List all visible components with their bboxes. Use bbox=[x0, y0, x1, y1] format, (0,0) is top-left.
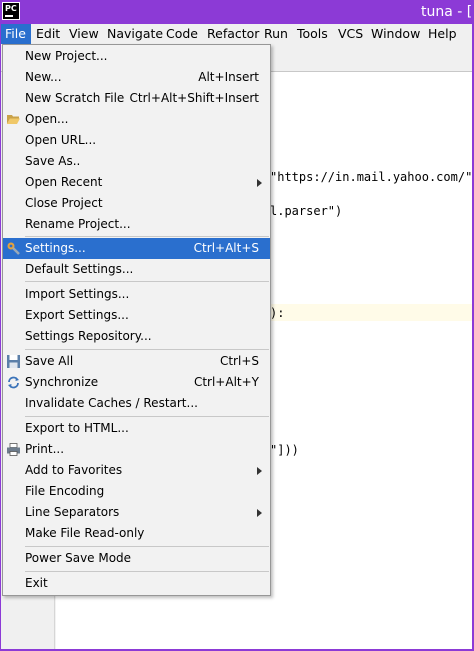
menu-item-label: Close Project bbox=[25, 196, 103, 210]
menu-vcs[interactable]: VCS bbox=[333, 24, 368, 44]
file-menu-dropdown: New Project... New... Alt+Insert New Scra… bbox=[2, 44, 271, 596]
menu-item-power-save-mode[interactable]: Power Save Mode bbox=[3, 548, 270, 569]
menu-item-default-settings[interactable]: Default Settings... bbox=[3, 259, 270, 280]
menu-item-label: Invalidate Caches / Restart... bbox=[25, 396, 198, 410]
menu-separator bbox=[25, 546, 269, 547]
menu-help[interactable]: Help bbox=[423, 24, 462, 44]
menu-item-label: Rename Project... bbox=[25, 217, 131, 231]
menu-item-label: Synchronize bbox=[25, 375, 99, 389]
printer-icon bbox=[7, 443, 20, 456]
menu-item-exit[interactable]: Exit bbox=[3, 573, 270, 594]
menu-separator bbox=[25, 281, 269, 282]
wrench-icon bbox=[7, 242, 20, 255]
menu-edit[interactable]: Edit bbox=[31, 24, 65, 44]
menu-run[interactable]: Run bbox=[259, 24, 293, 44]
menu-separator bbox=[25, 416, 269, 417]
menu-item-label: Export to HTML... bbox=[25, 421, 129, 435]
menu-item-file-encoding[interactable]: File Encoding bbox=[3, 481, 270, 502]
menu-item-save-as[interactable]: Save As.. bbox=[3, 151, 270, 172]
menu-item-label: Import Settings... bbox=[25, 287, 130, 301]
submenu-arrow-icon bbox=[257, 509, 262, 517]
code-text: "])) bbox=[270, 443, 299, 457]
menu-item-label: Open Recent bbox=[25, 175, 103, 189]
window-title: tuna - [ bbox=[421, 4, 473, 20]
menu-item-rename-project[interactable]: Rename Project... bbox=[3, 214, 270, 235]
folder-open-icon bbox=[7, 115, 20, 124]
menu-item-label: Power Save Mode bbox=[25, 551, 132, 565]
menu-window[interactable]: Window bbox=[366, 24, 425, 44]
menu-item-label: New Scratch File bbox=[25, 91, 125, 105]
menu-item-close-project[interactable]: Close Project bbox=[3, 193, 270, 214]
code-text: l.parser") bbox=[270, 204, 343, 218]
menu-item-label: Default Settings... bbox=[25, 262, 134, 276]
menu-item-label: New... bbox=[25, 70, 62, 84]
menu-item-label: Open... bbox=[25, 112, 69, 126]
menu-item-open-url[interactable]: Open URL... bbox=[3, 130, 270, 151]
menu-item-invalidate-caches[interactable]: Invalidate Caches / Restart... bbox=[3, 393, 270, 414]
menu-item-label: Make File Read-only bbox=[25, 526, 145, 540]
title-bar: PC tuna - [ bbox=[0, 0, 474, 24]
code-line: ): bbox=[270, 306, 284, 320]
menu-item-open[interactable]: Open... bbox=[3, 109, 270, 130]
menu-item-label: File Encoding bbox=[25, 484, 105, 498]
menu-item-add-to-favorites[interactable]: Add to Favorites bbox=[3, 460, 270, 481]
submenu-arrow-icon bbox=[257, 467, 262, 475]
menu-item-line-separators[interactable]: Line Separators bbox=[3, 502, 270, 523]
menu-item-shortcut: Alt+Insert bbox=[198, 70, 259, 84]
menu-item-new[interactable]: New... Alt+Insert bbox=[3, 67, 270, 88]
menu-item-label: Line Separators bbox=[25, 505, 120, 519]
menu-item-shortcut: Ctrl+S bbox=[219, 354, 259, 368]
sync-icon bbox=[8, 376, 19, 389]
save-all-icon bbox=[7, 355, 20, 368]
menu-view[interactable]: View bbox=[64, 24, 104, 44]
menu-item-label: Save As.. bbox=[25, 154, 81, 168]
menu-item-synchronize[interactable]: Synchronize Ctrl+Alt+Y bbox=[3, 372, 270, 393]
menu-item-make-read-only[interactable]: Make File Read-only bbox=[3, 523, 270, 544]
menu-item-label: Save All bbox=[25, 354, 74, 368]
menu-item-label: Open URL... bbox=[25, 133, 97, 147]
menu-file[interactable]: File bbox=[0, 24, 31, 44]
menu-tools[interactable]: Tools bbox=[292, 24, 333, 44]
menu-item-shortcut: Ctrl+Alt+Shift+Insert bbox=[129, 91, 259, 105]
menu-item-export-to-html[interactable]: Export to HTML... bbox=[3, 418, 270, 439]
menu-item-shortcut: Ctrl+Alt+Y bbox=[193, 375, 259, 389]
code-line: "])) bbox=[270, 443, 299, 457]
menu-item-label: Settings Repository... bbox=[25, 329, 152, 343]
menu-item-print[interactable]: Print... bbox=[3, 439, 270, 460]
menu-item-save-all[interactable]: Save All Ctrl+S bbox=[3, 351, 270, 372]
menu-item-import-settings[interactable]: Import Settings... bbox=[3, 284, 270, 305]
menu-item-settings[interactable]: Settings... Ctrl+Alt+S bbox=[3, 238, 270, 259]
menu-refactor[interactable]: Refactor bbox=[202, 24, 264, 44]
pycharm-logo-icon: PC bbox=[2, 2, 20, 20]
menu-item-label: Add to Favorites bbox=[25, 463, 123, 477]
menu-item-open-recent[interactable]: Open Recent bbox=[3, 172, 270, 193]
menu-code[interactable]: Code bbox=[161, 24, 203, 44]
app-icon-text: PC bbox=[5, 4, 17, 13]
menu-item-label: Print... bbox=[25, 442, 65, 456]
code-text: ): bbox=[270, 306, 285, 320]
menu-item-label: Export Settings... bbox=[25, 308, 129, 322]
menu-separator bbox=[25, 236, 269, 237]
code-line: l.parser") bbox=[270, 204, 342, 218]
menu-navigate[interactable]: Navigate bbox=[102, 24, 168, 44]
menu-item-label: New Project... bbox=[25, 49, 108, 63]
code-text: "https://in.mail.yahoo.com/") bbox=[270, 170, 474, 184]
menu-bar: File Edit View Navigate Code Refactor Ru… bbox=[0, 24, 474, 44]
menu-item-new-scratch-file[interactable]: New Scratch File Ctrl+Alt+Shift+Insert bbox=[3, 88, 270, 109]
menu-item-new-project[interactable]: New Project... bbox=[3, 46, 270, 67]
submenu-arrow-icon bbox=[257, 179, 262, 187]
menu-item-label: Exit bbox=[25, 576, 48, 590]
menu-item-shortcut: Ctrl+Alt+S bbox=[193, 241, 259, 255]
window-border bbox=[0, 24, 1, 651]
code-line: "https://in.mail.yahoo.com/") bbox=[270, 170, 474, 184]
menu-item-settings-repository[interactable]: Settings Repository... bbox=[3, 326, 270, 347]
menu-separator bbox=[25, 349, 269, 350]
menu-item-export-settings[interactable]: Export Settings... bbox=[3, 305, 270, 326]
menu-separator bbox=[25, 571, 269, 572]
menu-item-label: Settings... bbox=[25, 241, 86, 255]
